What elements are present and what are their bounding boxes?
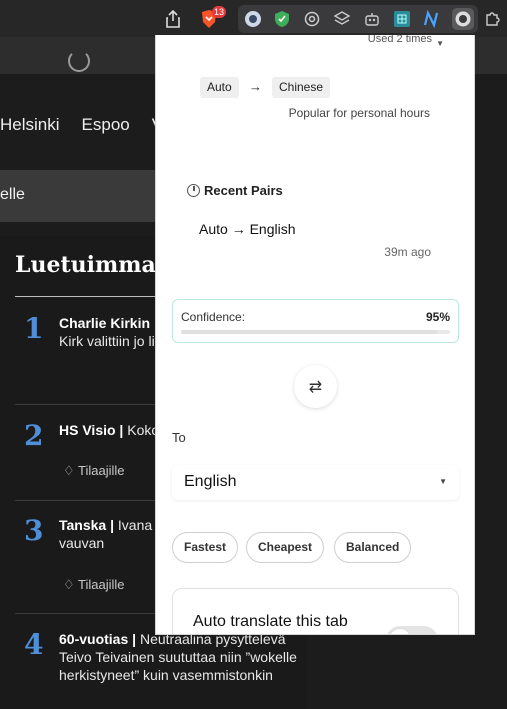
- recent-pairs-header: Recent Pairs: [187, 183, 283, 198]
- recent-pair-item[interactable]: Auto → English: [199, 221, 296, 237]
- subscriber-label: Tilaajille: [78, 577, 125, 592]
- confidence-value: 95%: [425, 310, 450, 324]
- confidence-box: Confidence: 95%: [172, 299, 459, 343]
- arrow-right-icon: →: [249, 79, 262, 94]
- layers-icon[interactable]: [332, 9, 352, 29]
- article-kicker: Charlie Kirkin: [59, 315, 151, 331]
- mode-cheapest-button[interactable]: Cheapest: [246, 532, 325, 563]
- n-icon[interactable]: [421, 9, 441, 29]
- confidence-label: Confidence:: [181, 310, 246, 324]
- robot-icon[interactable]: [362, 9, 382, 29]
- recent-pairs-title: Recent Pairs: [204, 183, 283, 198]
- browser-toolbar: 13: [0, 0, 507, 37]
- auto-translate-card: Auto translate this tab: [172, 588, 459, 634]
- puzzle-icon[interactable]: [482, 9, 502, 29]
- swap-languages-button[interactable]: ⇄: [294, 365, 337, 408]
- diamond-icon: ♢: [63, 577, 79, 592]
- nav-link-helsinki[interactable]: Helsinki: [0, 103, 60, 147]
- chatgpt-icon[interactable]: [302, 9, 322, 29]
- confidence-bar: [181, 330, 450, 334]
- article-kicker: Tanska |: [59, 517, 115, 533]
- article-rank: 3: [24, 514, 44, 547]
- auto-translate-label: Auto translate this tab: [193, 613, 348, 630]
- source-language-chip[interactable]: Auto: [200, 77, 239, 98]
- popular-note: Popular for personal hours: [288, 106, 430, 120]
- article-rank: 2: [24, 419, 44, 452]
- subscriber-label: Tilaajille: [78, 463, 125, 478]
- chevron-down-icon[interactable]: ▼: [436, 39, 444, 48]
- most-read-title: Luetuimmat: [15, 252, 166, 278]
- article-kicker: 60-vuotias |: [59, 631, 137, 647]
- extension-1-icon[interactable]: [243, 9, 263, 29]
- target-language-select[interactable]: English ▼: [172, 465, 459, 500]
- article-rank: 4: [24, 628, 44, 661]
- subscriber-badge: ♢ Tilaajille: [63, 463, 125, 479]
- clock-icon: [187, 184, 200, 197]
- article-rank: 1: [24, 312, 44, 345]
- share-icon[interactable]: [163, 9, 183, 29]
- recent-pair-time: 39m ago: [384, 245, 431, 259]
- city-nav: Helsinki Espoo V: [0, 103, 163, 147]
- auto-translate-toggle[interactable]: [386, 626, 438, 634]
- usage-count: Used 2 times: [367, 35, 432, 45]
- target-language-chip[interactable]: Chinese: [272, 77, 331, 98]
- to-label: To: [172, 430, 186, 445]
- diamond-icon: ♢: [63, 463, 79, 478]
- translator-icon[interactable]: [453, 9, 473, 29]
- page-banner-text: elle: [0, 186, 25, 203]
- chevron-down-icon: ▼: [439, 477, 447, 486]
- mode-fastest-button[interactable]: Fastest: [172, 532, 239, 563]
- subscriber-badge: ♢ Tilaajille: [63, 577, 125, 593]
- target-language-value: English: [184, 473, 237, 490]
- confidence-bar-fill: [181, 330, 437, 334]
- article-kicker: HS Visio |: [59, 422, 124, 438]
- article-text[interactable]: 60-vuotias | Neutraalina pysyttelevä Tei…: [59, 630, 299, 684]
- extension-2-icon[interactable]: [272, 9, 292, 29]
- swap-icon: ⇄: [308, 378, 323, 396]
- grid-icon[interactable]: [392, 9, 412, 29]
- translator-popup: Used 2 times ▼ Auto → Chinese Popular fo…: [155, 35, 475, 635]
- page-logo-fragment: [68, 50, 90, 72]
- shields-count-badge: 13: [212, 6, 227, 18]
- mode-balanced-button[interactable]: Balanced: [334, 532, 412, 563]
- nav-link-espoo[interactable]: Espoo: [82, 103, 130, 147]
